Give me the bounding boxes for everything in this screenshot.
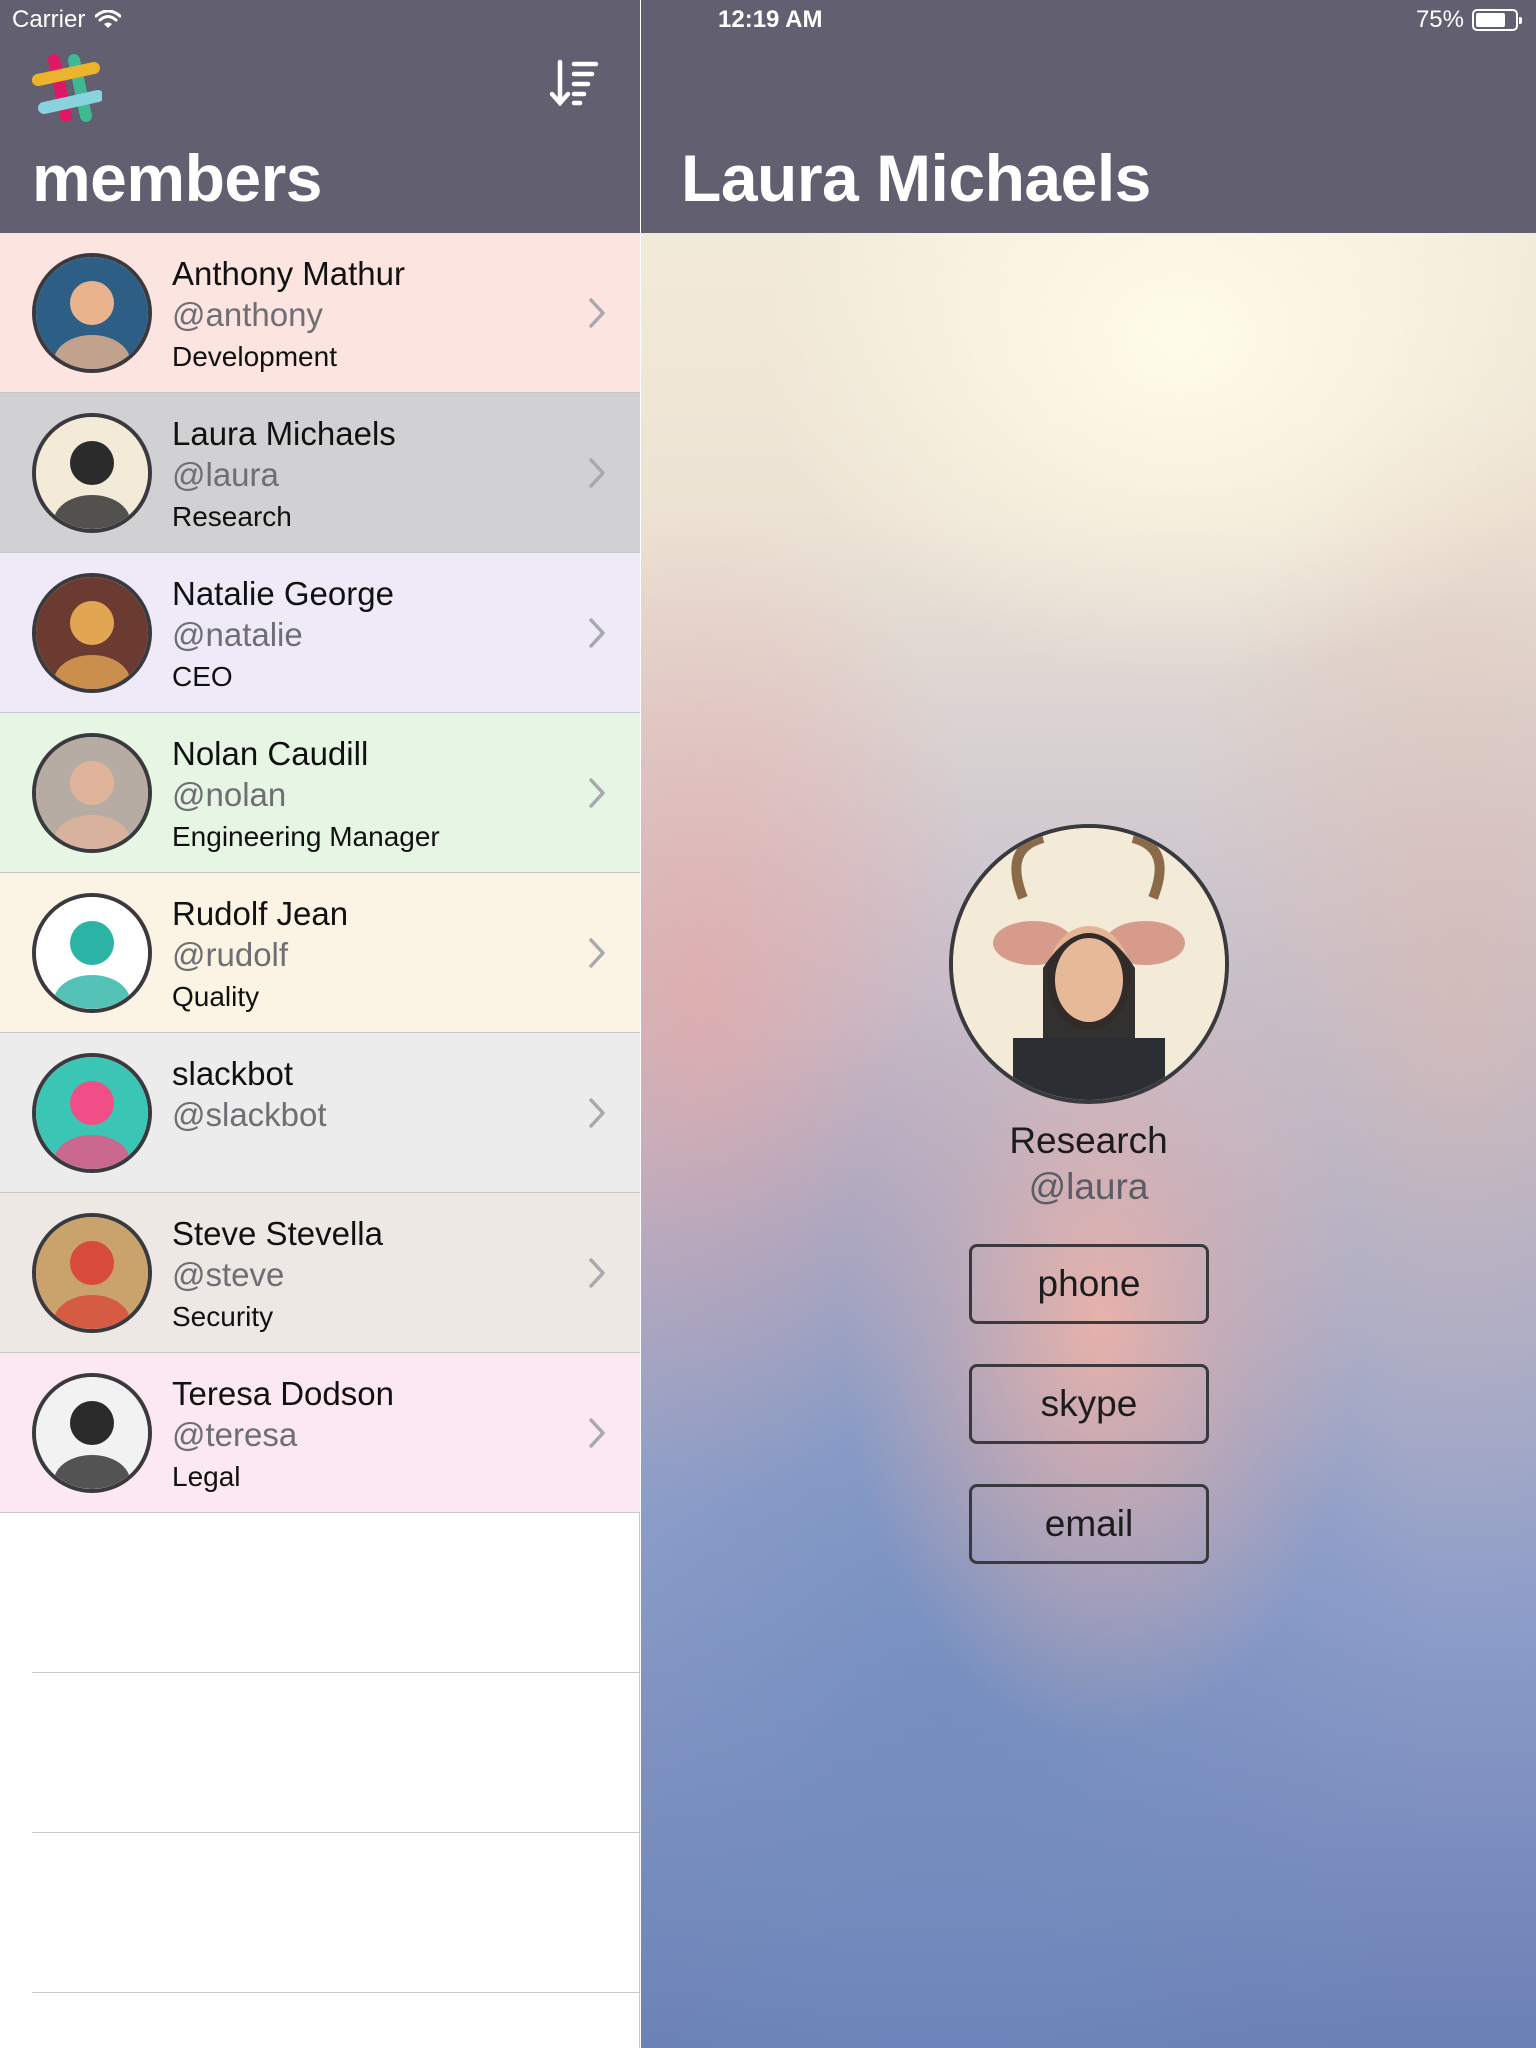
member-name: Steve Stevella bbox=[172, 1215, 383, 1252]
member-title: Research bbox=[172, 501, 292, 532]
member-text: Natalie George @natalie CEO bbox=[172, 573, 394, 699]
chevron-right-icon bbox=[588, 1417, 606, 1449]
member-title: Legal bbox=[172, 1461, 241, 1492]
member-avatar bbox=[32, 893, 152, 1013]
member-handle: @laura bbox=[172, 456, 279, 493]
battery-icon bbox=[1472, 9, 1522, 31]
member-avatar bbox=[32, 413, 152, 533]
profile-avatar bbox=[949, 824, 1229, 1104]
member-row[interactable]: slackbot @slackbot bbox=[0, 1033, 640, 1193]
member-avatar bbox=[32, 253, 152, 373]
battery-percent: 75% bbox=[1415, 6, 1464, 33]
member-title: Development bbox=[172, 341, 337, 372]
phone-button[interactable]: phone bbox=[969, 1244, 1209, 1324]
empty-row bbox=[32, 1673, 640, 1833]
member-name: Nolan Caudill bbox=[172, 735, 369, 772]
sort-button[interactable] bbox=[548, 56, 604, 112]
skype-button[interactable]: skype bbox=[969, 1364, 1209, 1444]
chevron-right-icon bbox=[588, 457, 606, 489]
member-name: Laura Michaels bbox=[172, 415, 396, 452]
chevron-right-icon bbox=[588, 297, 606, 329]
member-text: Rudolf Jean @rudolf Quality bbox=[172, 893, 348, 1019]
empty-row bbox=[32, 1833, 640, 1993]
member-text: Steve Stevella @steve Security bbox=[172, 1213, 383, 1339]
member-row[interactable]: Laura Michaels @laura Research bbox=[0, 393, 640, 553]
member-list-pane: members Anthony Mathur @anthony Developmen… bbox=[0, 0, 640, 2048]
status-bar: Carrier 12:19 AM 75% bbox=[0, 0, 1536, 40]
member-avatar bbox=[32, 1213, 152, 1333]
member-name: slackbot bbox=[172, 1055, 294, 1092]
member-row[interactable]: Natalie George @natalie CEO bbox=[0, 553, 640, 713]
member-avatar bbox=[32, 733, 152, 853]
email-button[interactable]: email bbox=[969, 1484, 1209, 1564]
detail-title: Laura Michaels bbox=[681, 141, 1151, 215]
clock: 12:19 AM bbox=[718, 6, 823, 33]
member-title: Quality bbox=[172, 981, 260, 1012]
member-name: Teresa Dodson bbox=[172, 1375, 394, 1412]
member-handle: @steve bbox=[172, 1256, 285, 1293]
empty-row bbox=[32, 1513, 640, 1673]
member-handle: @natalie bbox=[172, 616, 303, 653]
wifi-icon bbox=[95, 10, 122, 28]
member-text: slackbot @slackbot bbox=[172, 1053, 327, 1135]
member-avatar bbox=[32, 1053, 152, 1173]
chevron-right-icon bbox=[588, 1097, 606, 1129]
member-handle: @rudolf bbox=[172, 936, 289, 973]
member-handle: @slackbot bbox=[172, 1096, 327, 1133]
sort-icon bbox=[549, 59, 599, 107]
member-text: Teresa Dodson @teresa Legal bbox=[172, 1373, 394, 1499]
chevron-right-icon bbox=[588, 1257, 606, 1289]
member-title: CEO bbox=[172, 661, 233, 692]
member-text: Anthony Mathur @anthony Development bbox=[172, 253, 405, 379]
member-row[interactable]: Steve Stevella @steve Security bbox=[0, 1193, 640, 1353]
member-detail-pane: Laura Michaels Research @laura phone sky… bbox=[641, 0, 1536, 2048]
battery-level bbox=[1476, 13, 1505, 27]
member-text: Laura Michaels @laura Research bbox=[172, 413, 396, 539]
carrier-label: Carrier bbox=[12, 6, 86, 33]
member-table: Anthony Mathur @anthony Development Laura M… bbox=[0, 233, 640, 1993]
profile-department: Research bbox=[1009, 1120, 1168, 1161]
member-row[interactable]: Anthony Mathur @anthony Development bbox=[0, 233, 640, 393]
member-handle: @anthony bbox=[172, 296, 323, 333]
profile-handle: @laura bbox=[1028, 1166, 1149, 1207]
page-title: members bbox=[32, 141, 323, 215]
member-name: Rudolf Jean bbox=[172, 895, 349, 932]
slack-logo-icon bbox=[30, 52, 104, 124]
chevron-right-icon bbox=[588, 777, 606, 809]
chevron-right-icon bbox=[588, 617, 606, 649]
member-title: Security bbox=[172, 1301, 274, 1332]
member-avatar bbox=[32, 1373, 152, 1493]
member-handle: @teresa bbox=[172, 1416, 298, 1453]
member-name: Anthony Mathur bbox=[172, 255, 405, 292]
member-name: Natalie George bbox=[172, 575, 394, 612]
member-row[interactable]: Teresa Dodson @teresa Legal bbox=[0, 1353, 640, 1513]
member-avatar bbox=[32, 573, 152, 693]
chevron-right-icon bbox=[588, 937, 606, 969]
member-title: Engineering Manager bbox=[172, 821, 440, 852]
member-row[interactable]: Nolan Caudill @nolan Engineering Manager bbox=[0, 713, 640, 873]
member-handle: @nolan bbox=[172, 776, 287, 813]
member-text: Nolan Caudill @nolan Engineering Manager bbox=[172, 733, 440, 859]
member-row[interactable]: Rudolf Jean @rudolf Quality bbox=[0, 873, 640, 1033]
